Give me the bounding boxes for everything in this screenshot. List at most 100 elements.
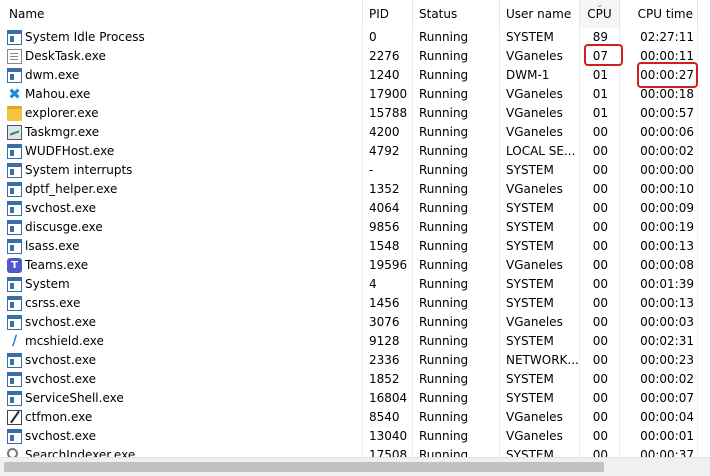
process-pid: 13040: [369, 429, 408, 443]
process-pid: -: [369, 163, 374, 177]
process-cputime: 00:00:04: [640, 410, 694, 424]
process-cpu: 00: [592, 372, 608, 386]
process-pid: 2336: [369, 353, 400, 367]
process-cpu: 00: [592, 296, 608, 310]
process-cputime: 00:00:13: [640, 296, 694, 310]
pen-icon: [7, 410, 22, 425]
table-row[interactable]: svchost.exe 13040 Running VGaneles 00 00:00:0…: [0, 427, 710, 446]
window-icon: [7, 68, 22, 83]
table-row[interactable]: svchost.exe 3076 Running VGaneles 00 00:00:03: [0, 313, 710, 332]
table-row[interactable]: WUDFHost.exe 4792 Running LOCAL SE... 00 00:0…: [0, 142, 710, 161]
column-header-status[interactable]: Status: [413, 0, 500, 28]
cputime-highlight-box: [637, 62, 698, 88]
process-name: WUDFHost.exe: [25, 144, 115, 158]
table-row[interactable]: T Teams.exe 19596 Running VGaneles 00 00:00:08: [0, 256, 710, 275]
process-cputime: 00:00:03: [640, 315, 694, 329]
table-row[interactable]: lsass.exe 1548 Running SYSTEM 00 00:00:13: [0, 237, 710, 256]
table-header: Name PID Status User name ⌄ CPU CPU time: [0, 0, 710, 28]
process-pid: 3076: [369, 315, 400, 329]
table-row[interactable]: ✖ Mahou.exe 17900 Running VGaneles 01 00:00:18: [0, 85, 710, 104]
process-name: Mahou.exe: [25, 87, 91, 101]
process-status: Running: [419, 410, 469, 424]
process-pid: 19596: [369, 258, 408, 272]
column-header-cputime[interactable]: CPU time: [620, 0, 698, 28]
process-pid: 2276: [369, 49, 400, 63]
process-name: Teams.exe: [25, 258, 89, 272]
sort-descending-icon: ⌄: [595, 0, 604, 10]
process-name: Taskmgr.exe: [25, 125, 100, 139]
process-cpu: 00: [592, 429, 608, 443]
process-user: VGaneles: [506, 410, 563, 424]
process-cputime: 00:00:37: [640, 448, 694, 457]
process-table: Name PID Status User name ⌄ CPU CPU time…: [0, 0, 710, 457]
process-status: Running: [419, 87, 469, 101]
table-row[interactable]: ctfmon.exe 8540 Running VGaneles 00 00:00:04: [0, 408, 710, 427]
window-icon: [7, 315, 22, 330]
process-name: mcshield.exe: [25, 334, 104, 348]
table-row[interactable]: dwm.exe 1240 Running DWM-1 01 00:00:27: [0, 66, 710, 85]
process-name: DeskTask.exe: [25, 49, 106, 63]
process-pid: 8540: [369, 410, 400, 424]
process-cpu: 00: [592, 258, 608, 272]
window-icon: [7, 277, 22, 292]
process-cputime: 00:00:02: [640, 372, 694, 386]
process-name: svchost.exe: [25, 429, 96, 443]
process-cputime: 00:00:19: [640, 220, 694, 234]
process-name: discusge.exe: [25, 220, 103, 234]
table-row[interactable]: discusge.exe 9856 Running SYSTEM 00 00:00:19: [0, 218, 710, 237]
table-row[interactable]: Taskmgr.exe 4200 Running VGaneles 00 00:00:06: [0, 123, 710, 142]
butterfly-icon: ✖: [8, 85, 21, 103]
table-row[interactable]: svchost.exe 1852 Running SYSTEM 00 00:00:02: [0, 370, 710, 389]
process-pid: 17900: [369, 87, 408, 101]
table-row[interactable]: svchost.exe 4064 Running SYSTEM 00 00:00:09: [0, 199, 710, 218]
table-row[interactable]: dptf_helper.exe 1352 Running VGaneles 00 00:0…: [0, 180, 710, 199]
column-header-cpu[interactable]: ⌄ CPU: [580, 0, 620, 28]
table-row[interactable]: explorer.exe 15788 Running VGaneles 01 00:00:…: [0, 104, 710, 123]
process-cpu: 00: [592, 277, 608, 291]
process-pid: 16804: [369, 391, 408, 405]
process-pid: 9128: [369, 334, 400, 348]
process-status: Running: [419, 353, 469, 367]
process-cputime: 00:00:10: [640, 182, 694, 196]
process-pid: 1240: [369, 68, 400, 82]
table-row[interactable]: System interrupts - Running SYSTEM 00 00:00:0…: [0, 161, 710, 180]
process-name: ctfmon.exe: [25, 410, 93, 424]
process-cpu: 00: [592, 182, 608, 196]
window-icon: [7, 429, 22, 444]
teams-icon: T: [7, 258, 22, 273]
window-icon: [7, 220, 22, 235]
column-header-pid[interactable]: PID: [363, 0, 413, 28]
process-cpu: 00: [592, 163, 608, 177]
process-status: Running: [419, 163, 469, 177]
process-cputime: 00:00:00: [640, 163, 694, 177]
column-header-user[interactable]: User name: [500, 0, 580, 28]
scrollbar-thumb[interactable]: [4, 462, 604, 472]
process-name: svchost.exe: [25, 201, 96, 215]
process-pid: 4200: [369, 125, 400, 139]
process-name: svchost.exe: [25, 315, 96, 329]
table-row[interactable]: csrss.exe 1456 Running SYSTEM 00 00:00:13: [0, 294, 710, 313]
process-name: dwm.exe: [25, 68, 80, 82]
process-status: Running: [419, 68, 469, 82]
process-status: Running: [419, 296, 469, 310]
column-header-name[interactable]: Name: [0, 0, 363, 28]
shield-icon: ∕: [11, 333, 18, 349]
process-status: Running: [419, 448, 469, 457]
process-user: VGaneles: [506, 49, 563, 63]
table-row[interactable]: ServiceShell.exe 16804 Running SYSTEM 00 00:0…: [0, 389, 710, 408]
process-cputime: 00:00:57: [640, 106, 694, 120]
horizontal-scrollbar[interactable]: [0, 457, 710, 476]
window-icon: [7, 182, 22, 197]
document-icon: [7, 49, 22, 64]
process-status: Running: [419, 258, 469, 272]
process-cpu: 00: [592, 220, 608, 234]
process-pid: 15788: [369, 106, 408, 120]
table-row[interactable]: svchost.exe 2336 Running NETWORK... 00 00:00:…: [0, 351, 710, 370]
process-cpu: 00: [592, 315, 608, 329]
process-cpu: 01: [592, 68, 608, 82]
table-row[interactable]: ∕ mcshield.exe 9128 Running SYSTEM 00 00:02:31: [0, 332, 710, 351]
table-row[interactable]: SearchIndexer.exe 17508 Running SYSTEM 00 00:…: [0, 446, 710, 457]
process-cputime: 00:00:13: [640, 239, 694, 253]
table-row[interactable]: System 4 Running SYSTEM 00 00:01:39: [0, 275, 710, 294]
process-status: Running: [419, 125, 469, 139]
